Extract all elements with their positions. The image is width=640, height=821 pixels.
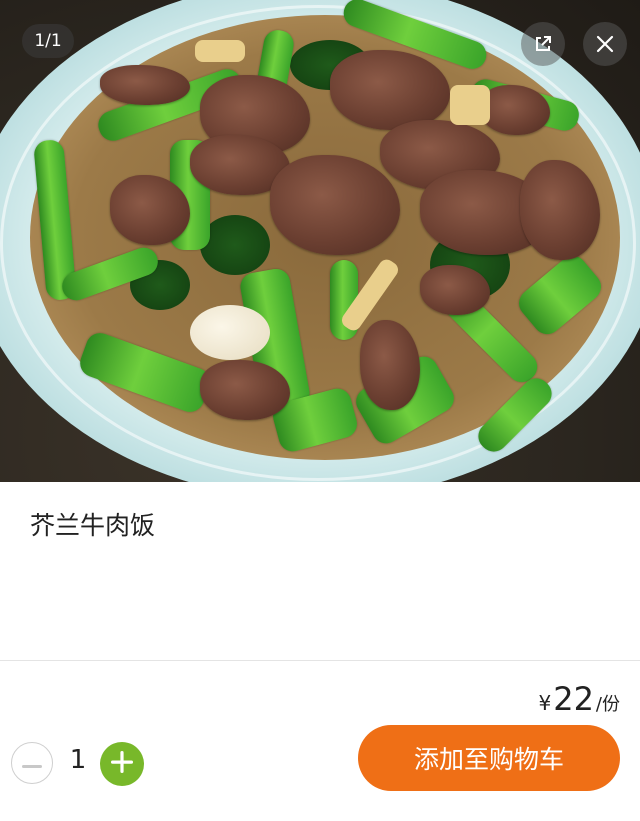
dish-name: 芥兰牛肉饭 bbox=[30, 511, 156, 540]
increase-quantity-button[interactable] bbox=[100, 742, 144, 786]
plus-icon bbox=[111, 751, 133, 777]
external-link-icon bbox=[533, 34, 553, 54]
price-unit: /份 bbox=[595, 694, 620, 715]
beef-slice bbox=[100, 65, 190, 105]
price-amount: 22 bbox=[553, 680, 594, 718]
kale-leaf bbox=[200, 215, 270, 275]
minus-icon bbox=[22, 754, 42, 773]
ginger-slice bbox=[195, 40, 245, 62]
price-display: ¥22/份 bbox=[538, 680, 620, 718]
price-currency: ¥ bbox=[538, 691, 552, 715]
add-to-cart-button[interactable]: 添加至购物车 bbox=[358, 725, 620, 791]
image-counter: 1/1 bbox=[22, 24, 74, 58]
close-button[interactable] bbox=[583, 22, 627, 66]
ginger-slice bbox=[450, 85, 490, 125]
quantity-value: 1 bbox=[69, 745, 87, 775]
decrease-quantity-button[interactable] bbox=[11, 742, 53, 784]
dish-photo[interactable]: 1/1 bbox=[0, 0, 640, 482]
garlic-slice bbox=[190, 305, 270, 360]
close-icon bbox=[595, 34, 615, 54]
share-button[interactable] bbox=[521, 22, 565, 66]
